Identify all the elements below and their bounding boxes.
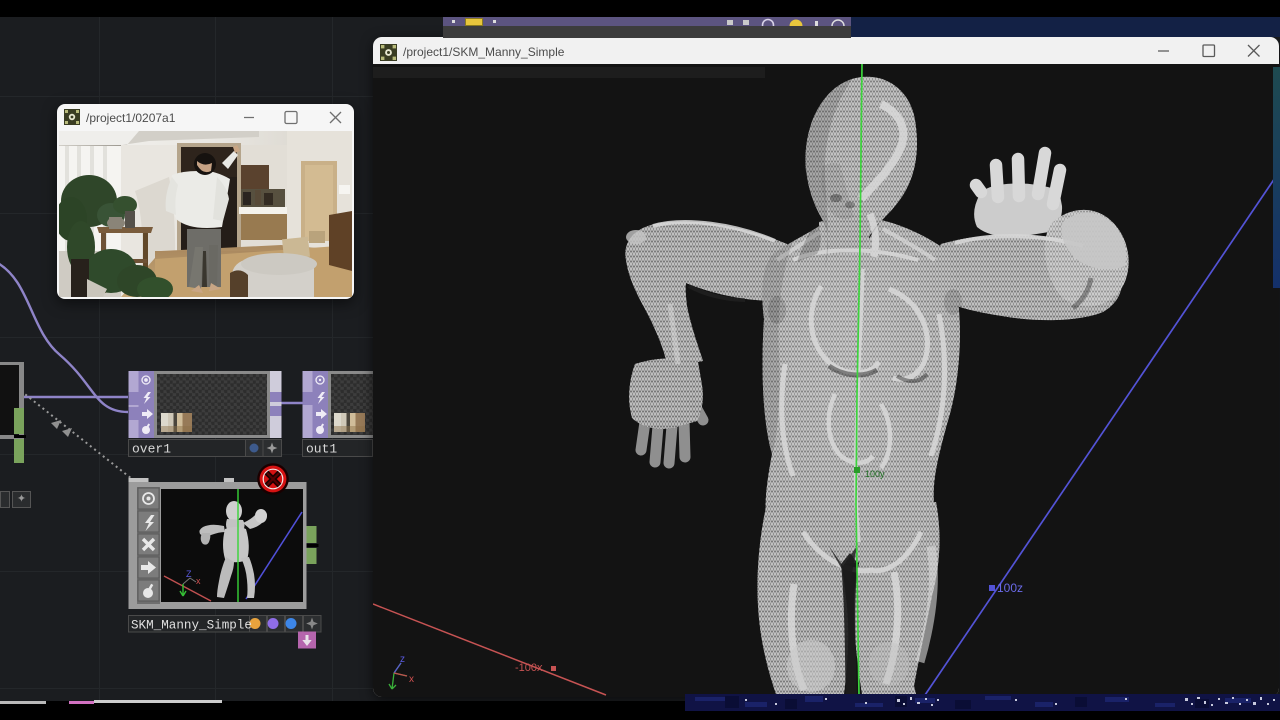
svg-text:100y: 100y [865,469,885,479]
svg-text:-100x: -100x [515,662,543,674]
svg-text:x: x [409,674,414,685]
svg-text:over1: over1 [132,442,171,457]
svg-text:out1: out1 [306,442,337,457]
svg-text:SKM_Manny_Simple: SKM_Manny_Simple [131,619,252,633]
svg-text:z: z [400,654,405,665]
svg-text:x: x [196,576,201,586]
svg-text:Z: Z [186,569,192,579]
svg-text:100z: 100z [997,581,1023,595]
